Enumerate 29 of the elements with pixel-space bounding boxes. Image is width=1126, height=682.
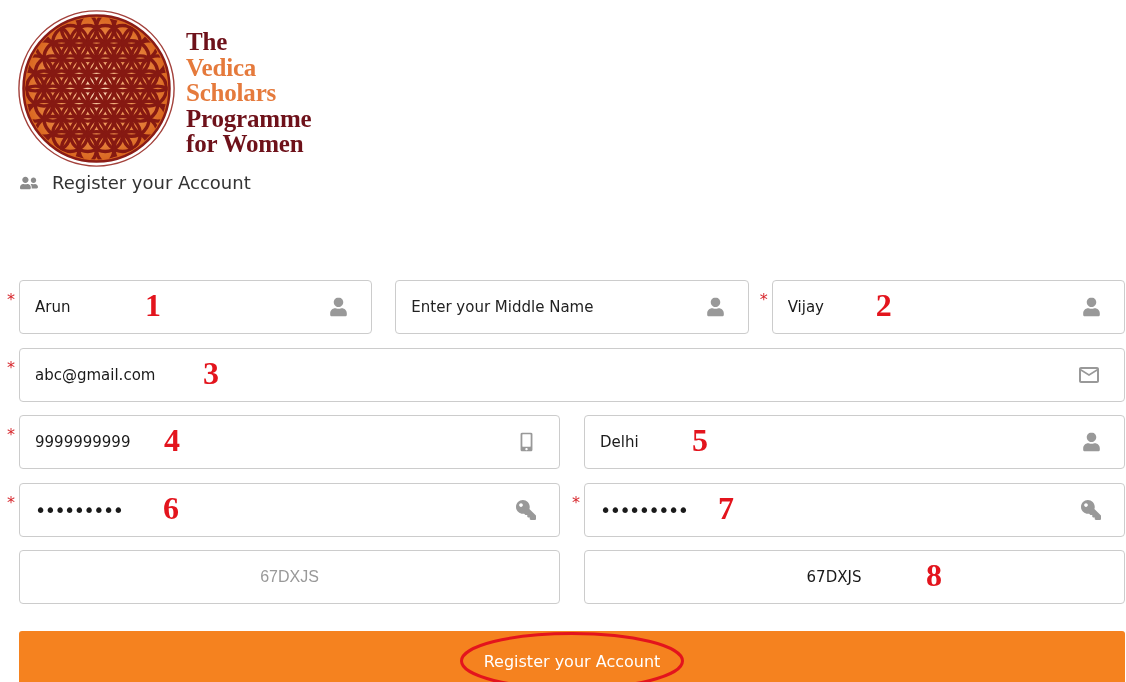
person-icon bbox=[329, 297, 349, 317]
logo-text: Vedica bbox=[186, 54, 258, 80]
annotation-number: 1 bbox=[145, 289, 161, 322]
required-asterisk: * bbox=[7, 292, 15, 308]
key-icon bbox=[516, 499, 536, 520]
annotation-number: 2 bbox=[875, 289, 892, 322]
logo-text: Programme bbox=[186, 105, 312, 131]
logo-text: Scholars bbox=[186, 80, 278, 106]
person-icon bbox=[1082, 432, 1101, 452]
annotation-number: 4 bbox=[164, 424, 180, 457]
required-asterisk: * bbox=[7, 359, 15, 376]
text-field[interactable]: Enter your Middle Name bbox=[395, 280, 749, 334]
required-asterisk: * bbox=[7, 427, 15, 443]
annotation-number: 6 bbox=[163, 491, 179, 524]
annotation-number: 5 bbox=[692, 424, 708, 457]
required-asterisk: * bbox=[7, 494, 15, 511]
logo-text: The bbox=[186, 29, 229, 55]
users-icon bbox=[20, 174, 38, 192]
captcha-code: 67DXJS bbox=[19, 550, 560, 604]
logo-text: for Women bbox=[186, 131, 304, 157]
required-asterisk: * bbox=[572, 494, 580, 511]
required-asterisk: * bbox=[759, 292, 768, 308]
annotation-number: 3 bbox=[203, 356, 219, 389]
page-heading: Register your Account bbox=[52, 171, 251, 195]
annotation-number: 7 bbox=[718, 491, 734, 524]
annotation-number: 8 bbox=[926, 559, 942, 592]
key-icon bbox=[1081, 499, 1101, 520]
person-icon bbox=[705, 297, 725, 317]
person-icon bbox=[1082, 297, 1101, 317]
